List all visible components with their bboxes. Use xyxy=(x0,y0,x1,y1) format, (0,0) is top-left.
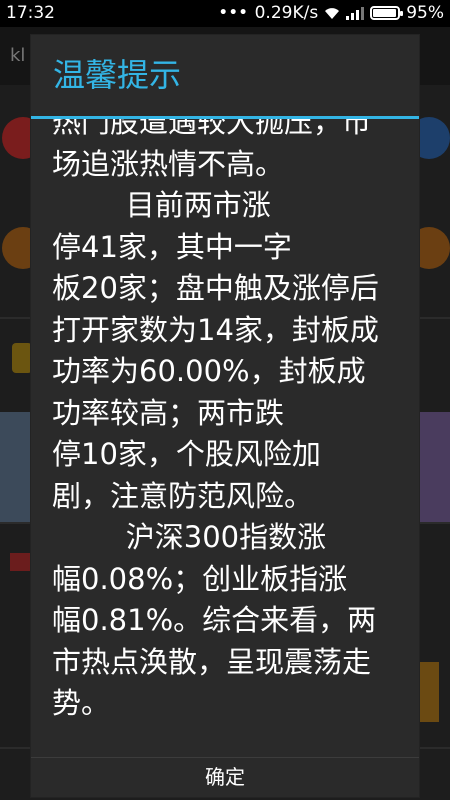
dialog-title: 温馨提示 xyxy=(53,56,182,94)
background-search-fragment: kl xyxy=(10,45,26,66)
battery-icon xyxy=(370,6,404,20)
dialog-message: 热门股遭遇较大抛压，市 场追涨热情不高。 目前两市涨 停41家，其中一字 板20… xyxy=(52,119,379,720)
ok-button[interactable]: 确定 xyxy=(31,758,419,797)
status-bar: 17:32 ••• 0.29K/s 95% xyxy=(0,0,450,27)
network-speed: 0.29K/s xyxy=(254,3,319,23)
background-banner-left xyxy=(0,412,31,522)
battery-level xyxy=(373,9,396,17)
background-banner-right xyxy=(419,412,450,522)
wifi-icon xyxy=(324,7,340,19)
background-yellow-tile xyxy=(12,343,32,373)
notification-dots: ••• xyxy=(218,5,249,21)
alert-dialog: 温馨提示 热门股遭遇较大抛压，市 场追涨热情不高。 目前两市涨 停41家，其中一… xyxy=(31,35,419,797)
battery-percent: 95% xyxy=(406,3,444,23)
status-right-group: ••• 0.29K/s 95% xyxy=(219,3,444,23)
background-red-tag xyxy=(10,553,30,571)
status-time: 17:32 xyxy=(6,3,55,23)
signal-icon xyxy=(346,6,365,20)
background-orange-badge xyxy=(419,662,439,722)
dialog-body-scroll[interactable]: 热门股遭遇较大抛压，市 场追涨热情不高。 目前两市涨 停41家，其中一字 板20… xyxy=(31,119,419,757)
